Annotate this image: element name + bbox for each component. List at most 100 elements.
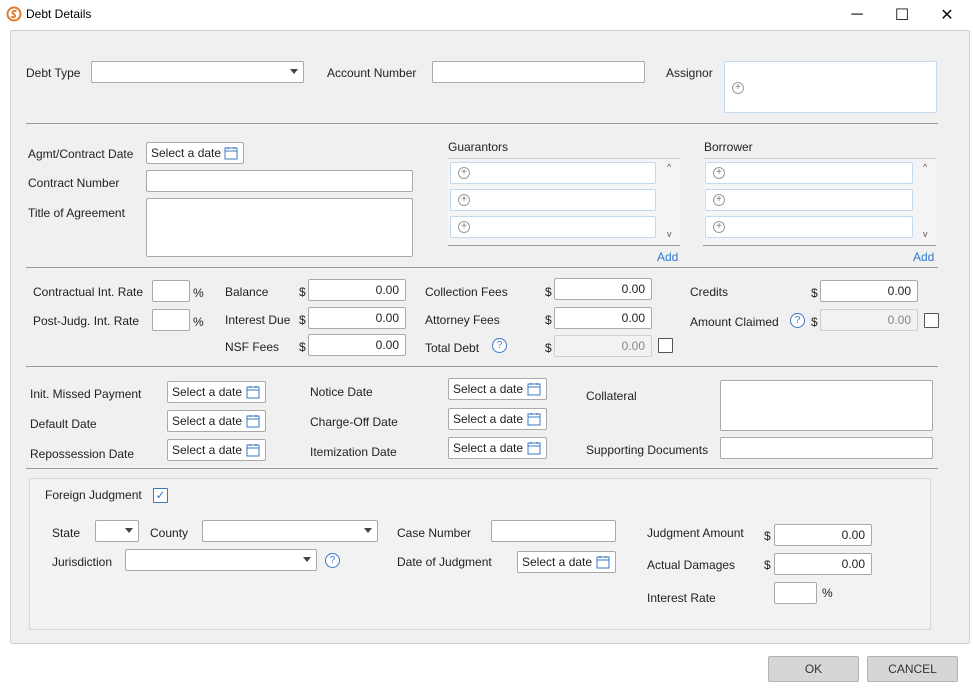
charge-off-date-picker[interactable]: Select a date — [448, 408, 547, 430]
percent-sign: % — [822, 586, 833, 600]
init-missed-payment-picker[interactable]: Select a date — [167, 381, 266, 403]
repossession-date-label: Repossession Date — [30, 447, 135, 461]
calendar-icon — [224, 147, 238, 160]
add-assignor-icon[interactable]: + — [732, 82, 744, 94]
borrower-row[interactable]: + — [705, 162, 913, 184]
account-number-input[interactable] — [432, 61, 645, 83]
actual-damages-label: Actual Damages — [647, 558, 736, 572]
divider — [26, 123, 938, 124]
default-date-picker[interactable]: Select a date — [167, 410, 266, 432]
calendar-icon — [527, 413, 541, 426]
help-icon[interactable]: ? — [790, 313, 805, 328]
actual-damages-input[interactable]: 0.00 — [774, 553, 872, 575]
borrower-row[interactable]: + — [705, 216, 913, 238]
repossession-date-picker[interactable]: Select a date — [167, 439, 266, 461]
plus-circle-icon: + — [713, 221, 725, 233]
scroll-up-icon[interactable]: ^ — [667, 162, 671, 172]
add-borrower-link[interactable]: Add — [913, 250, 934, 264]
guarantor-row[interactable]: + — [450, 162, 656, 184]
help-icon[interactable]: ? — [325, 553, 340, 568]
case-number-label: Case Number — [397, 526, 472, 540]
guarantors-list: + + + ^ v — [448, 158, 680, 246]
amount-claimed-checkbox[interactable] — [924, 313, 939, 328]
total-debt-input: 0.00 — [554, 335, 652, 357]
plus-circle-icon: + — [713, 194, 725, 206]
supporting-documents-input[interactable] — [720, 437, 933, 459]
minimize-button[interactable]: ─ — [834, 0, 880, 30]
percent-sign: % — [193, 315, 204, 329]
debt-type-select[interactable] — [91, 61, 304, 83]
check-icon: ✓ — [155, 488, 166, 502]
cancel-button[interactable]: CANCEL — [867, 656, 958, 682]
agmt-date-label: Agmt/Contract Date — [28, 147, 134, 161]
judgment-amount-input[interactable]: 0.00 — [774, 524, 872, 546]
county-select[interactable] — [202, 520, 378, 542]
interest-rate-label: Interest Rate — [647, 591, 716, 605]
date-value: Select a date — [453, 441, 524, 455]
currency-sign: $ — [299, 340, 306, 354]
amount-claimed-input: 0.00 — [820, 309, 918, 331]
currency-sign: $ — [545, 313, 552, 327]
ok-button[interactable]: OK — [768, 656, 859, 682]
percent-sign: % — [193, 286, 204, 300]
init-missed-payment-label: Init. Missed Payment — [30, 387, 142, 401]
chevron-down-icon — [290, 69, 298, 74]
scroll-up-icon[interactable]: ^ — [923, 162, 927, 172]
date-value: Select a date — [172, 385, 243, 399]
currency-sign: $ — [764, 529, 771, 543]
interest-due-input[interactable]: 0.00 — [308, 307, 406, 329]
credits-input[interactable]: 0.00 — [820, 280, 918, 302]
divider — [26, 267, 938, 268]
window-title: Debt Details — [26, 7, 92, 21]
add-guarantor-link[interactable]: Add — [657, 250, 678, 264]
contractual-rate-input[interactable] — [152, 280, 190, 302]
guarantor-row[interactable]: + — [450, 216, 656, 238]
date-of-judgment-picker[interactable]: Select a date — [517, 551, 616, 573]
maximize-button[interactable]: ☐ — [879, 0, 925, 30]
title-of-agreement-label: Title of Agreement — [28, 206, 125, 220]
calendar-icon — [596, 556, 610, 569]
total-debt-checkbox[interactable] — [658, 338, 673, 353]
title-bar: Debt Details ─ ☐ ✕ — [0, 0, 973, 30]
help-icon[interactable]: ? — [492, 338, 507, 353]
plus-circle-icon: + — [458, 194, 470, 206]
interest-rate-input[interactable] — [774, 582, 817, 604]
balance-input[interactable]: 0.00 — [308, 279, 406, 301]
collection-fees-label: Collection Fees — [425, 285, 508, 299]
currency-sign: $ — [545, 341, 552, 355]
plus-circle-icon: + — [713, 167, 725, 179]
plus-circle-icon: + — [458, 167, 470, 179]
close-icon: ✕ — [940, 7, 954, 24]
jurisdiction-select[interactable] — [125, 549, 317, 571]
chevron-down-icon — [364, 528, 372, 533]
minimize-icon: ─ — [851, 6, 863, 23]
itemization-date-picker[interactable]: Select a date — [448, 437, 547, 459]
borrower-row[interactable]: + — [705, 189, 913, 211]
contract-number-input[interactable] — [146, 170, 413, 192]
account-number-label: Account Number — [327, 66, 417, 80]
calendar-icon — [527, 383, 541, 396]
collateral-label: Collateral — [586, 389, 637, 403]
case-number-input[interactable] — [491, 520, 616, 542]
collection-fees-input[interactable]: 0.00 — [554, 278, 652, 300]
charge-off-date-label: Charge-Off Date — [310, 415, 398, 429]
scroll-down-icon[interactable]: v — [667, 229, 672, 239]
post-judg-rate-input[interactable] — [152, 309, 190, 331]
calendar-icon — [246, 444, 260, 457]
agmt-date-picker[interactable]: Select a date — [146, 142, 244, 164]
attorney-fees-input[interactable]: 0.00 — [554, 307, 652, 329]
judgment-amount-label: Judgment Amount — [647, 526, 744, 540]
state-select[interactable] — [95, 520, 139, 542]
scroll-down-icon[interactable]: v — [923, 229, 928, 239]
assignor-field[interactable]: + — [724, 61, 937, 113]
guarantor-row[interactable]: + — [450, 189, 656, 211]
attorney-fees-label: Attorney Fees — [425, 313, 500, 327]
nsf-fees-input[interactable]: 0.00 — [308, 334, 406, 356]
collateral-textarea[interactable] — [720, 380, 933, 431]
chevron-down-icon — [303, 557, 311, 562]
foreign-judgment-checkbox[interactable]: ✓ — [153, 488, 168, 503]
state-label: State — [52, 526, 81, 540]
close-button[interactable]: ✕ — [924, 0, 970, 30]
title-of-agreement-textarea[interactable] — [146, 198, 413, 257]
notice-date-picker[interactable]: Select a date — [448, 378, 547, 400]
